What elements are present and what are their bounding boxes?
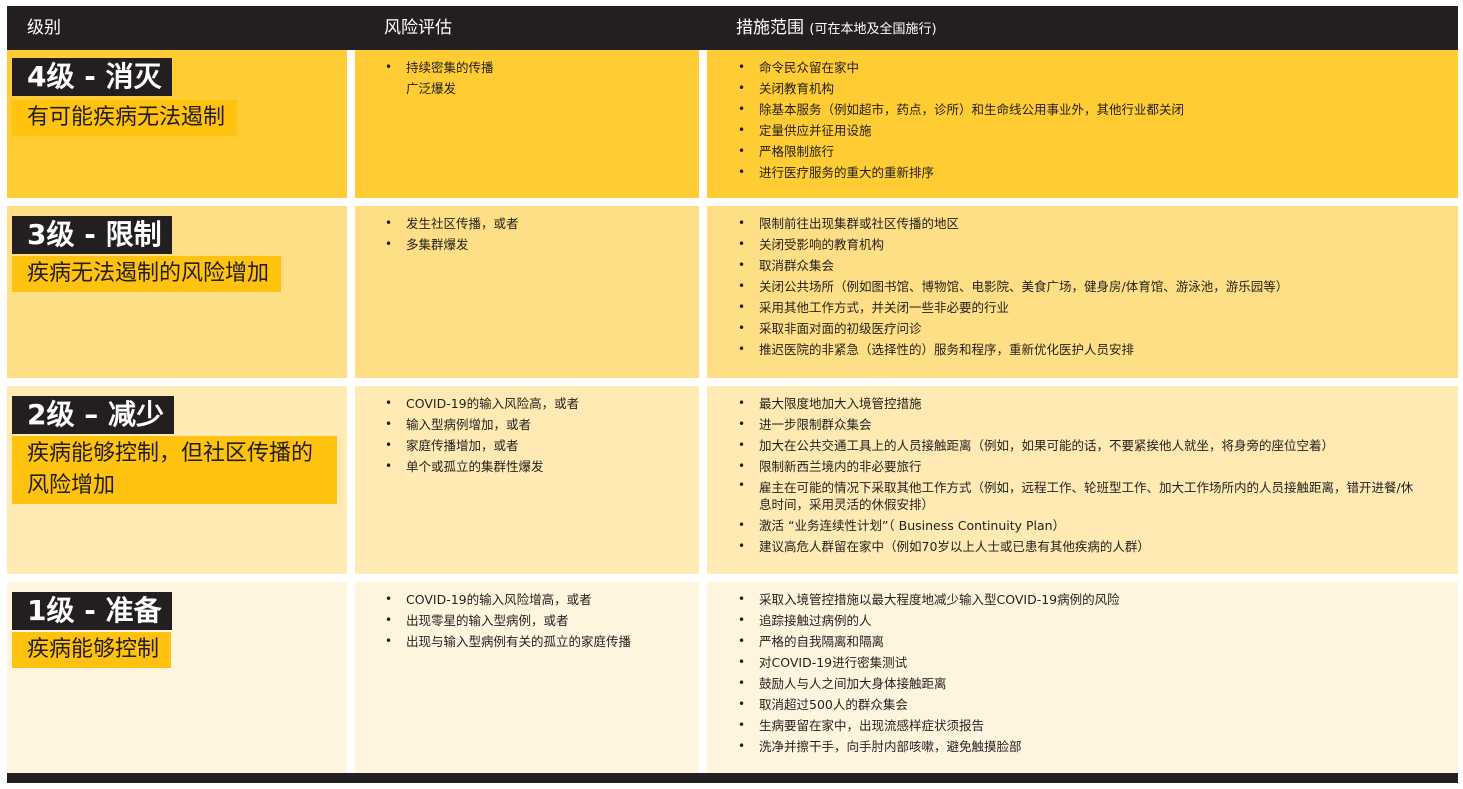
header-measures-sub: (可在本地及全国施行) (809, 22, 937, 37)
table-header: 级别 风险评估 措施范围 (可在本地及全国施行) (7, 6, 1458, 50)
measures-cell: 最大限度地加大入境管控措施 进一步限制群众集会 加大在公共交通工具上的人员接触距… (707, 386, 1458, 574)
risk-cell: COVID-19的输入风险增高，或者 出现零星的输入型病例，或者 出现与输入型病… (355, 582, 699, 773)
table-bottom-border (7, 773, 1458, 783)
measure-item: 采用其他工作方式，并关闭一些非必要的行业 (738, 297, 1438, 318)
measure-item: 加大在公共交通工具上的人员接触距离（例如，如果可能的话，不要紧挨他人就坐，将身旁… (738, 435, 1418, 456)
measure-item: 激活 “业务连续性计划”（ Business Continuity Plan） (738, 515, 1418, 536)
level-row-4: 4级 - 消灭 有可能疾病无法遏制 持续密集的传播广泛爆发 命令民众留在家中 关… (7, 50, 1458, 198)
risk-item: 单个或孤立的集群性爆发 (385, 456, 579, 477)
measure-item: 限制新西兰境内的非必要旅行 (738, 456, 1418, 477)
header-level: 级别 (27, 18, 61, 38)
risk-item: 多集群爆发 (385, 234, 519, 255)
measure-item: 关闭教育机构 (738, 78, 1438, 99)
risk-list: 持续密集的传播广泛爆发 (385, 57, 494, 99)
measures-cell: 限制前往出现集群或社区传播的地区 关闭受影响的教育机构 取消群众集会 关闭公共场… (707, 206, 1458, 378)
level-title: 1级 - 准备 (12, 592, 172, 630)
row-separator (7, 378, 1458, 386)
measure-item: 鼓励人与人之间加大身体接触距离 (738, 673, 1438, 694)
risk-list: COVID-19的输入风险高，或者 输入型病例增加，或者 家庭传播增加，或者 单… (385, 393, 579, 477)
measure-item: 命令民众留在家中 (738, 57, 1438, 78)
row-separator (7, 574, 1458, 582)
level-title: 2级 – 减少 (12, 396, 174, 434)
risk-item: 发生社区传播，或者 (385, 213, 519, 234)
risk-item: COVID-19的输入风险增高，或者 (385, 589, 631, 610)
level-title: 4级 - 消灭 (12, 58, 172, 96)
level-cell: 4级 - 消灭 有可能疾病无法遏制 (7, 50, 347, 198)
header-measures-label: 措施范围 (736, 18, 804, 38)
measure-item: 雇主在可能的情况下采取其他工作方式（例如，远程工作、轮班型工作、加大工作场所内的… (738, 477, 1418, 515)
risk-item: 持续密集的传播广泛爆发 (385, 57, 494, 99)
level-description: 疾病无法遏制的风险增加 (12, 256, 282, 292)
measure-item: 关闭受影响的教育机构 (738, 234, 1438, 255)
measure-item: 追踪接触过病例的人 (738, 610, 1438, 631)
measures-list: 采取入境管控措施以最大程度地减少输入型COVID-19病例的风险 追踪接触过病例… (738, 589, 1438, 757)
measure-item: 限制前往出现集群或社区传播的地区 (738, 213, 1438, 234)
risk-item: 出现零星的输入型病例，或者 (385, 610, 631, 631)
measure-item: 洗净并擦干手，向手肘内部咳嗽，避免触摸脸部 (738, 736, 1438, 757)
level-cell: 3级 - 限制 疾病无法遏制的风险增加 (7, 206, 347, 378)
measure-item: 对COVID-19进行密集测试 (738, 652, 1438, 673)
risk-list: COVID-19的输入风险增高，或者 出现零星的输入型病例，或者 出现与输入型病… (385, 589, 631, 652)
measures-list: 限制前往出现集群或社区传播的地区 关闭受影响的教育机构 取消群众集会 关闭公共场… (738, 213, 1438, 360)
measure-item: 生病要留在家中，出现流感样症状须报告 (738, 715, 1438, 736)
risk-item: 家庭传播增加，或者 (385, 435, 579, 456)
measures-cell: 命令民众留在家中 关闭教育机构 除基本服务（例如超市，药点，诊所）和生命线公用事… (707, 50, 1458, 198)
measure-item: 建议高危人群留在家中（例如70岁以上人士或已患有其他疾病的人群） (738, 536, 1418, 557)
measure-item: 推迟医院的非紧急（选择性的）服务和程序，重新优化医护人员安排 (738, 339, 1438, 360)
measures-cell: 采取入境管控措施以最大程度地减少输入型COVID-19病例的风险 追踪接触过病例… (707, 582, 1458, 773)
risk-item: COVID-19的输入风险高，或者 (385, 393, 579, 414)
row-separator (7, 198, 1458, 206)
measures-list: 最大限度地加大入境管控措施 进一步限制群众集会 加大在公共交通工具上的人员接触距… (738, 393, 1418, 557)
level-title: 3级 - 限制 (12, 216, 172, 254)
measure-item: 除基本服务（例如超市，药点，诊所）和生命线公用事业外，其他行业都关闭 (738, 99, 1438, 120)
measure-item: 进行医疗服务的重大的重新排序 (738, 162, 1438, 183)
level-description: 疾病能够控制 (12, 632, 172, 668)
measures-list: 命令民众留在家中 关闭教育机构 除基本服务（例如超市，药点，诊所）和生命线公用事… (738, 57, 1438, 183)
level-row-3: 3级 - 限制 疾病无法遏制的风险增加 发生社区传播，或者 多集群爆发 限制前往… (7, 206, 1458, 378)
column-separator (699, 50, 707, 773)
risk-cell: 发生社区传播，或者 多集群爆发 (355, 206, 699, 378)
measure-item: 最大限度地加大入境管控措施 (738, 393, 1418, 414)
risk-item: 出现与输入型病例有关的孤立的家庭传播 (385, 631, 631, 652)
level-description: 疾病能够控制，但社区传播的风险增加 (12, 436, 337, 504)
measure-item: 定量供应并征用设施 (738, 120, 1438, 141)
level-row-2: 2级 – 减少 疾病能够控制，但社区传播的风险增加 COVID-19的输入风险高… (7, 386, 1458, 574)
measure-item: 取消群众集会 (738, 255, 1438, 276)
measure-item: 关闭公共场所（例如图书馆、博物馆、电影院、美食广场，健身房/体育馆、游泳池，游乐… (738, 276, 1438, 297)
measure-item: 严格限制旅行 (738, 141, 1438, 162)
header-measures: 措施范围 (可在本地及全国施行) (736, 6, 937, 50)
risk-cell: COVID-19的输入风险高，或者 输入型病例增加，或者 家庭传播增加，或者 单… (355, 386, 699, 574)
risk-list: 发生社区传播，或者 多集群爆发 (385, 213, 519, 255)
measure-item: 严格的自我隔离和隔离 (738, 631, 1438, 652)
column-separator (347, 50, 355, 773)
level-cell: 1级 - 准备 疾病能够控制 (7, 582, 347, 773)
level-description: 有可能疾病无法遏制 (12, 100, 238, 136)
risk-cell: 持续密集的传播广泛爆发 (355, 50, 699, 198)
measure-item: 取消超过500人的群众集会 (738, 694, 1438, 715)
level-cell: 2级 – 减少 疾病能够控制，但社区传播的风险增加 (7, 386, 347, 574)
level-row-1: 1级 - 准备 疾病能够控制 COVID-19的输入风险增高，或者 出现零星的输… (7, 582, 1458, 773)
measure-item: 采取非面对面的初级医疗问诊 (738, 318, 1438, 339)
measure-item: 进一步限制群众集会 (738, 414, 1418, 435)
risk-item: 输入型病例增加，或者 (385, 414, 579, 435)
header-risk: 风险评估 (384, 18, 452, 38)
measure-item: 采取入境管控措施以最大程度地减少输入型COVID-19病例的风险 (738, 589, 1438, 610)
